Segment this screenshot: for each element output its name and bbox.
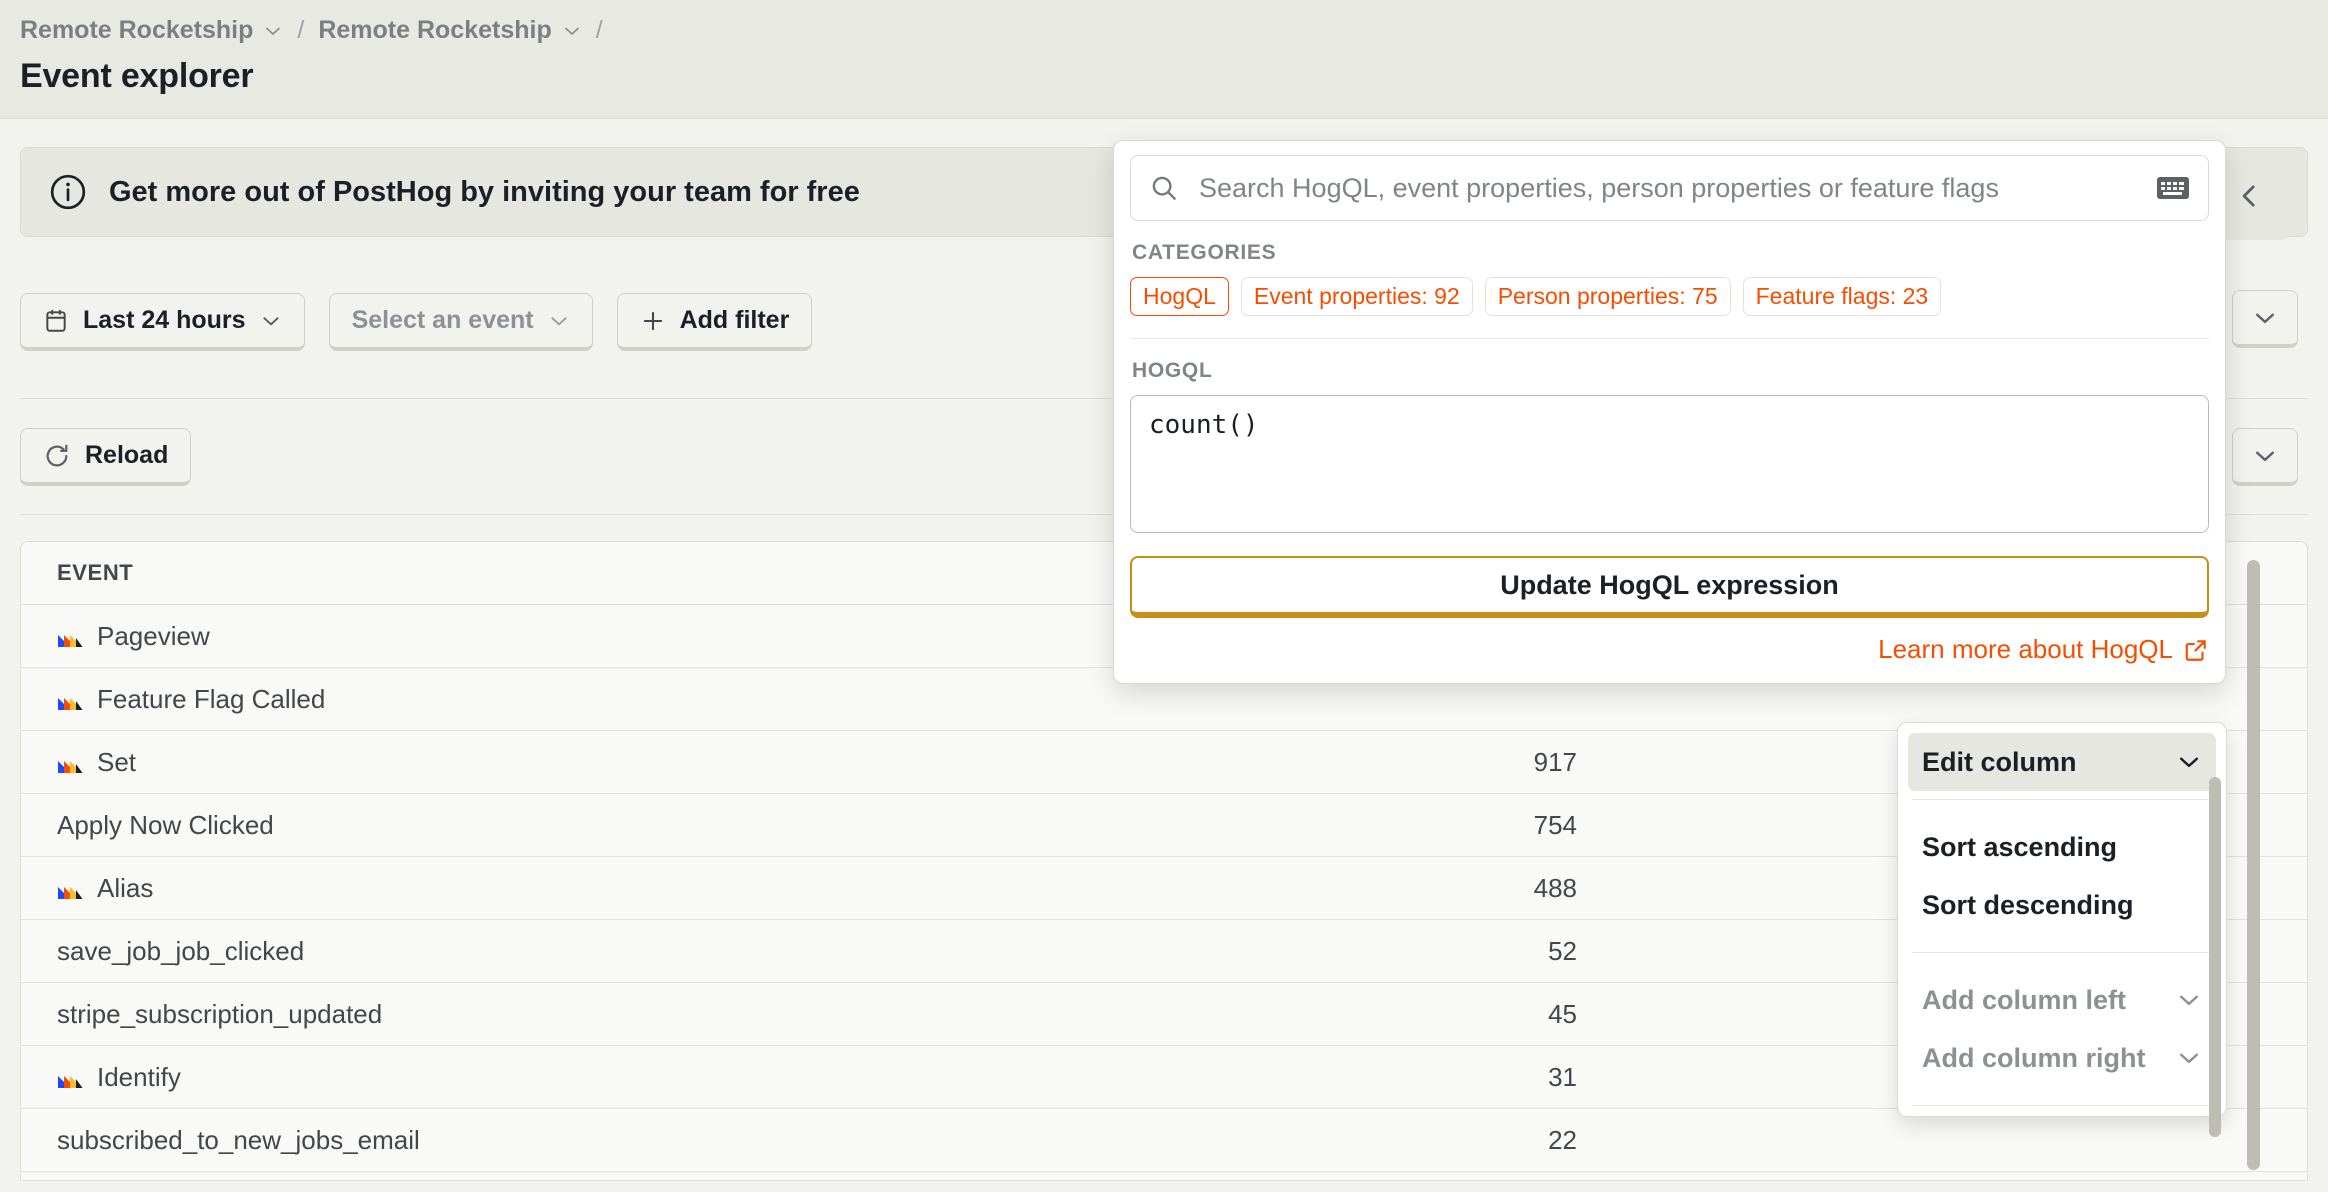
reload-label: Reload	[85, 441, 169, 469]
edit-column-menu-header[interactable]: Edit column	[1908, 733, 2216, 791]
add-column-left-label: Add column left	[1922, 984, 2126, 1015]
chevron-left-icon	[2235, 182, 2263, 210]
event-name: Pageview	[97, 620, 210, 651]
side-dropdown-button-1[interactable]	[2232, 290, 2298, 348]
menu-item-sort-ascending[interactable]: Sort ascending	[1908, 818, 2216, 876]
breadcrumb: Remote Rocketship / Remote Rocketship /	[0, 0, 2328, 45]
category-chip[interactable]: Person properties: 75	[1484, 277, 1731, 316]
category-chip-list: HogQL Event properties: 92 Person properti…	[1130, 277, 2209, 316]
chevron-down-icon	[2252, 443, 2278, 469]
category-chip[interactable]: Event properties: 92	[1240, 277, 1473, 316]
sort-descending-label: Sort descending	[1922, 889, 2134, 920]
menu-item-add-column-left[interactable]: Add column left	[1908, 971, 2216, 1029]
add-filter-button[interactable]: Add filter	[616, 293, 813, 351]
cell-event: subscribed_to_new_jobs_email	[21, 1125, 1521, 1156]
learn-more-about-hogql-link[interactable]: Learn more about HogQL	[1130, 634, 2209, 665]
posthog-logo-icon	[57, 875, 83, 901]
menu-separator-2	[1912, 952, 2212, 953]
menu-separator-3	[1912, 1105, 2212, 1106]
category-chip[interactable]: HogQL	[1130, 277, 1229, 316]
posthog-logo-icon	[57, 1064, 83, 1090]
edit-column-menu: Edit column Sort ascending Sort descendi…	[1897, 722, 2227, 1137]
table-scrollbar[interactable]	[2247, 560, 2260, 1170]
hogql-expression-input[interactable]	[1130, 395, 2209, 533]
categories-label: CATEGORIES	[1132, 241, 1277, 264]
update-hogql-expression-button[interactable]: Update HogQL expression	[1130, 556, 2209, 618]
chevron-down-icon	[260, 310, 282, 332]
date-range-button[interactable]: Last 24 hours	[20, 293, 305, 351]
info-circle-icon	[49, 173, 87, 211]
cell-event: save_job_job_clicked	[21, 936, 1521, 967]
chevron-down-icon	[2252, 305, 2278, 331]
table-row[interactable]: subscribed_to_new_jobs_email 22	[21, 1109, 2307, 1172]
keyboard-icon[interactable]	[2156, 174, 2190, 202]
external-link-icon	[2183, 637, 2209, 663]
breadcrumb-separator-2: /	[595, 16, 603, 44]
search-icon	[1149, 173, 1179, 203]
event-name: save_job_job_clicked	[57, 935, 305, 966]
category-chip[interactable]: Feature flags: 23	[1742, 277, 1942, 316]
breadcrumb-project-label: Remote Rocketship	[318, 16, 552, 44]
event-name: Alias	[97, 872, 154, 903]
plus-icon	[640, 308, 666, 334]
menu-item-add-column-right[interactable]: Add column right	[1908, 1029, 2216, 1087]
reload-button[interactable]: Reload	[20, 428, 192, 486]
hogql-taxonomic-popover: CATEGORIES HogQL Event properties: 92 Pers…	[1113, 140, 2226, 684]
cell-event: Set	[21, 747, 1521, 778]
search-input[interactable]	[1199, 172, 2136, 204]
menu-separator-1	[1912, 799, 2212, 800]
topbar: Remote Rocketship / Remote Rocketship / …	[0, 0, 2328, 119]
popover-divider	[1130, 338, 2209, 339]
add-filter-label: Add filter	[679, 306, 790, 334]
hogql-label: HOGQL	[1132, 359, 1213, 382]
refresh-icon	[43, 442, 71, 470]
event-name: Apply Now Clicked	[57, 809, 274, 840]
date-range-label: Last 24 hours	[83, 306, 246, 334]
breadcrumb-item-org[interactable]: Remote Rocketship	[20, 16, 283, 45]
event-select-label: Select an event	[351, 306, 534, 334]
banner-text: Get more out of PostHog by inviting your…	[109, 175, 860, 208]
breadcrumb-separator-1: /	[297, 16, 305, 44]
cell-count: 22	[1548, 1124, 1577, 1155]
event-name: stripe_subscription_updated	[57, 998, 383, 1029]
cell-event: Alias	[21, 873, 1521, 904]
posthog-logo-icon	[57, 749, 83, 775]
edit-column-label: Edit column	[1922, 746, 2077, 777]
chevron-down-icon	[548, 310, 570, 332]
posthog-logo-icon	[57, 623, 83, 649]
page-title: Event explorer	[20, 57, 254, 95]
breadcrumb-org-label: Remote Rocketship	[20, 16, 254, 44]
cell-event: Feature Flag Called	[21, 684, 1521, 715]
breadcrumb-item-project[interactable]: Remote Rocketship	[318, 16, 581, 45]
event-select-button[interactable]: Select an event	[328, 293, 593, 351]
chevron-down-icon	[2176, 987, 2202, 1013]
learn-more-label: Learn more about HogQL	[1878, 634, 2173, 664]
menu-item-sort-descending[interactable]: Sort descending	[1908, 876, 2216, 934]
cell-event: stripe_subscription_updated	[21, 999, 1521, 1030]
add-column-right-label: Add column right	[1922, 1042, 2146, 1073]
menu-scrollbar[interactable]	[2209, 777, 2221, 1137]
sort-ascending-label: Sort ascending	[1922, 831, 2118, 862]
event-name: Feature Flag Called	[97, 683, 326, 714]
event-name: Identify	[97, 1061, 181, 1092]
search-box[interactable]	[1130, 155, 2209, 221]
chevron-down-icon	[562, 21, 582, 41]
event-name: subscribed_to_new_jobs_email	[57, 1124, 420, 1155]
posthog-logo-icon	[57, 686, 83, 712]
cell-event: Identify	[21, 1062, 1521, 1093]
cell-event: Apply Now Clicked	[21, 810, 1521, 841]
chevron-down-icon	[2176, 1045, 2202, 1071]
event-name: Set	[97, 746, 137, 777]
chevron-down-icon	[2176, 749, 2202, 775]
side-dropdown-button-2[interactable]	[2232, 428, 2298, 486]
calendar-icon	[43, 308, 69, 334]
chevron-down-icon	[263, 21, 283, 41]
